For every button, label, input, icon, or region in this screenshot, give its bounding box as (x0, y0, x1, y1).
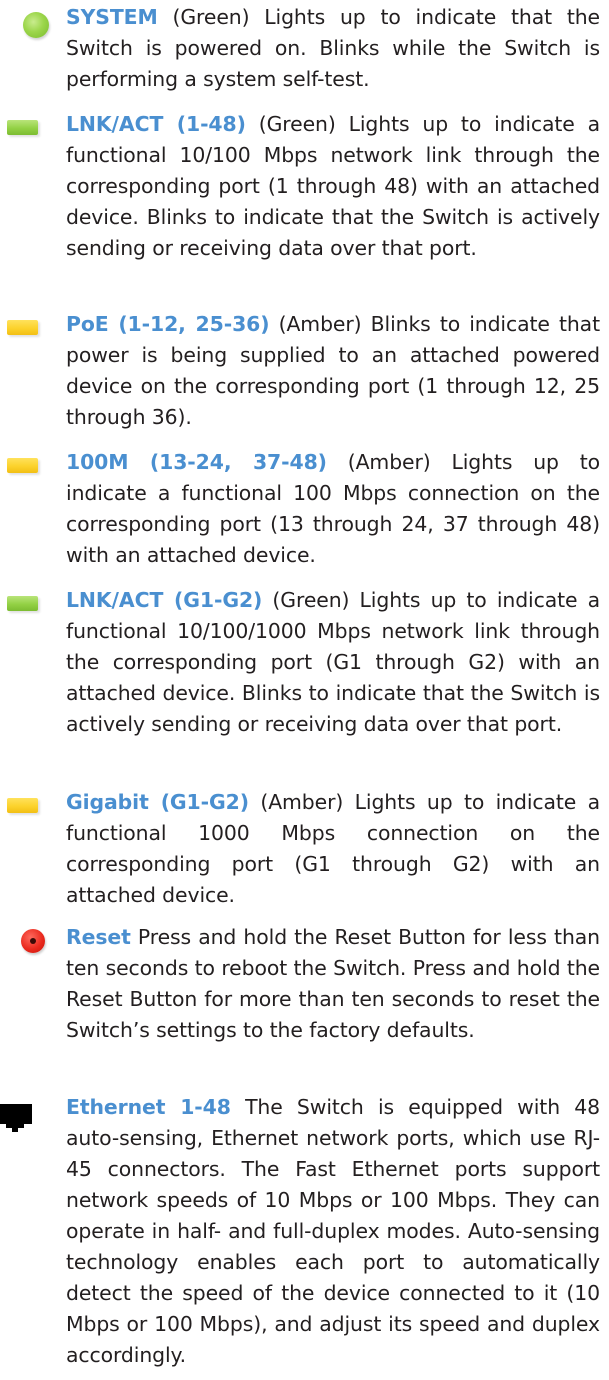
led-term: 100M (13-24, 37-48) (66, 450, 327, 474)
reset-button-icon (21, 929, 45, 953)
led-term: Gigabit (G1-G2) (66, 790, 249, 814)
led-text: The Switch is equipped with 48 auto-sens… (66, 1095, 600, 1367)
led-description: PoE (1-12, 25-36) (Amber) Blinks to indi… (66, 309, 600, 433)
led-term: SYSTEM (66, 5, 158, 29)
led-description: Gigabit (G1-G2) (Amber) Lights up to ind… (66, 787, 600, 911)
led-term: PoE (1-12, 25-36) (66, 312, 270, 336)
green-led-rect-icon (7, 596, 38, 611)
green-led-rect-icon (7, 120, 38, 135)
led-description: Ethernet 1-48 The Switch is equipped wit… (66, 1092, 600, 1371)
led-text: Press and hold the Reset Button for less… (66, 925, 600, 1042)
amber-led-rect-icon (7, 798, 38, 813)
amber-led-rect-icon (7, 458, 38, 473)
led-description: LNK/ACT (G1-G2) (Green) Lights up to ind… (66, 585, 600, 740)
led-term: LNK/ACT (G1-G2) (66, 588, 263, 612)
ethernet-port-icon (0, 1104, 32, 1132)
led-description: Reset Press and hold the Reset Button fo… (66, 922, 600, 1046)
led-description: LNK/ACT (1-48) (Green) Lights up to indi… (66, 109, 600, 264)
led-description: SYSTEM (Green) Lights up to indicate tha… (66, 2, 600, 95)
green-led-circle-icon (23, 12, 49, 38)
led-description-list: SYSTEM (Green) Lights up to indicate tha… (0, 0, 609, 1380)
amber-led-rect-icon (7, 320, 38, 335)
led-term: Ethernet 1-48 (66, 1095, 231, 1119)
led-description: 100M (13-24, 37-48) (Amber) Lights up to… (66, 447, 600, 571)
led-term: LNK/ACT (1-48) (66, 112, 246, 136)
led-term: Reset (66, 925, 131, 949)
